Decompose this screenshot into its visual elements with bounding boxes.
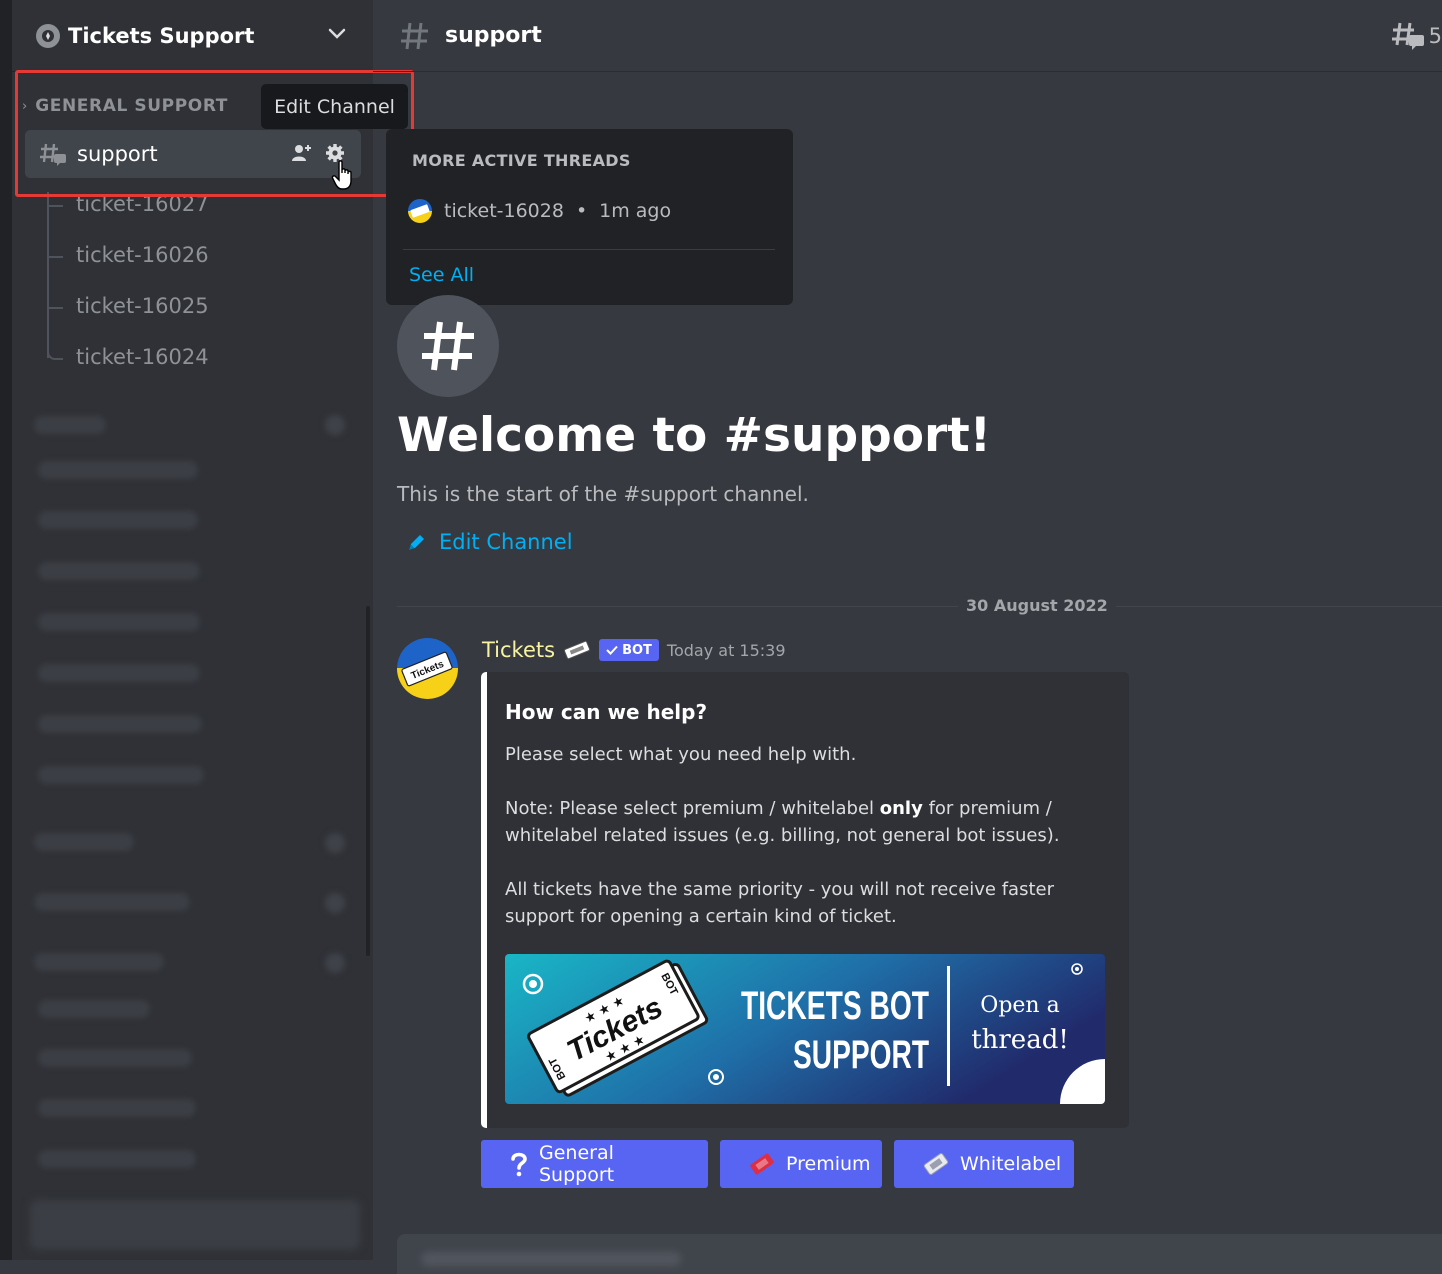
welcome-title: Welcome to #support!	[397, 408, 992, 463]
sidebar-scrollbar[interactable]	[366, 606, 370, 956]
blurred-channel	[38, 562, 200, 580]
channel-header: support 5	[373, 0, 1442, 72]
channel-title: support	[445, 23, 542, 48]
guild-rail-edge	[0, 0, 12, 1260]
pencil-icon	[409, 535, 424, 550]
blurred-channel	[38, 1000, 150, 1018]
thread-branch-corner	[47, 344, 63, 360]
banner-cta-1: Open a	[980, 993, 1059, 1018]
blurred-channel	[38, 1099, 196, 1117]
popup-title: MORE ACTIVE THREADS	[412, 151, 631, 170]
message-avatar[interactable]: Tickets	[397, 638, 458, 699]
blurred-category	[34, 953, 164, 971]
channel-sidebar: Tickets Support › GENERAL SUPPORT suppor…	[0, 0, 414, 1260]
welcome-hashtag-icon	[397, 295, 499, 397]
edit-channel-label: Edit Channel	[439, 530, 573, 554]
blurred-category	[34, 416, 106, 434]
general-support-button[interactable]: General Support	[481, 1140, 708, 1188]
edit-channel-tooltip: Edit Channel	[261, 84, 408, 129]
see-all-link[interactable]: See All	[409, 264, 474, 286]
blurred-icon	[325, 415, 345, 435]
bot-avatar	[408, 199, 432, 223]
message-composer[interactable]	[397, 1234, 1442, 1274]
blurred-channel	[38, 461, 198, 479]
hashtag-icon	[401, 22, 428, 49]
date-divider-line	[397, 606, 1442, 607]
bot-tag: BOT	[599, 639, 659, 661]
ticket-emoji-icon	[564, 640, 591, 660]
chevron-down-icon[interactable]	[327, 24, 347, 44]
threads-count: 5	[1428, 24, 1442, 48]
message-embed: How can we help? Please select what you …	[481, 672, 1129, 1128]
button-label: Whitelabel	[960, 1153, 1062, 1175]
active-thread-item[interactable]: ticket-16028 • 1m ago	[408, 199, 671, 223]
banner-cta-2: thread!	[971, 1025, 1069, 1055]
whitelabel-button[interactable]: Whitelabel	[894, 1140, 1074, 1188]
blurred-channel	[38, 715, 202, 733]
blurred-footer	[30, 1200, 360, 1250]
edit-channel-link[interactable]: Edit Channel	[407, 530, 573, 554]
message-author[interactable]: Tickets	[482, 638, 555, 662]
thread-tree-line	[47, 192, 49, 358]
sidebar-thread-item[interactable]: ticket-16026	[76, 243, 209, 267]
sidebar-thread-item[interactable]: ticket-16024	[76, 345, 209, 369]
embed-note-bold: only	[879, 798, 923, 819]
active-threads-popup: MORE ACTIVE THREADS ticket-16028 • 1m ag…	[386, 129, 793, 305]
bot-tag-label: BOT	[622, 642, 652, 658]
server-name: Tickets Support	[68, 23, 255, 48]
premium-ticket-icon	[748, 1152, 776, 1176]
blurred-channel	[38, 1150, 196, 1168]
blurred-channel	[38, 613, 200, 631]
blurred-channel	[38, 511, 198, 529]
premium-button[interactable]: Premium	[720, 1140, 882, 1188]
thread-time: 1m ago	[599, 200, 672, 222]
composer-placeholder-blurred	[421, 1252, 681, 1266]
thread-name: ticket-16028	[444, 200, 564, 222]
blurred-category	[34, 893, 190, 911]
thread-branch	[49, 256, 63, 258]
verified-check-icon	[606, 645, 618, 655]
message-timestamp: Today at 15:39	[666, 640, 786, 660]
blurred-channel	[38, 664, 200, 682]
embed-note-prefix: Note: Please select premium / whitelabel	[505, 798, 880, 819]
thread-branch	[49, 205, 63, 207]
divider	[403, 249, 775, 250]
blurred-category	[34, 833, 134, 851]
blurred-channel	[38, 1049, 192, 1067]
separator-dot: •	[575, 200, 588, 222]
embed-priority: All tickets have the same priority - you…	[505, 879, 1054, 927]
blurred-icon	[325, 893, 345, 913]
button-label: Premium	[786, 1153, 871, 1175]
welcome-subtitle: This is the start of the #support channe…	[397, 482, 809, 506]
button-label: General Support	[539, 1142, 615, 1186]
question-mark-icon	[509, 1151, 529, 1177]
embed-banner-image[interactable]: Tickets BOT BOT ★ ★ ★ ★ ★ ★ TICKETS BOT …	[505, 954, 1105, 1104]
banner-headline-1: TICKETS BOT	[741, 984, 929, 1028]
threads-icon	[1391, 22, 1424, 50]
blurred-channel	[38, 766, 204, 784]
embed-title: How can we help?	[505, 700, 708, 724]
date-divider-label: 30 August 2022	[958, 596, 1116, 615]
whitelabel-ticket-icon	[922, 1152, 950, 1176]
server-header[interactable]: Tickets Support	[12, 0, 373, 72]
message-header: Tickets BOT Today at 15:39	[482, 638, 786, 662]
banner-headline-2: SUPPORT	[793, 1033, 929, 1077]
blurred-icon	[325, 833, 345, 853]
embed-line: Please select what you need help with.	[505, 744, 857, 765]
embed-note: Note: Please select premium / whitelabel…	[505, 795, 1115, 849]
blurred-icon	[325, 953, 345, 973]
sidebar-thread-item[interactable]: ticket-16025	[76, 294, 209, 318]
threads-button[interactable]: 5	[1391, 20, 1442, 52]
server-badge-icon	[36, 23, 60, 48]
thread-branch	[49, 307, 63, 309]
message-buttons: General Support Premium Whitelabel	[481, 1140, 1074, 1188]
